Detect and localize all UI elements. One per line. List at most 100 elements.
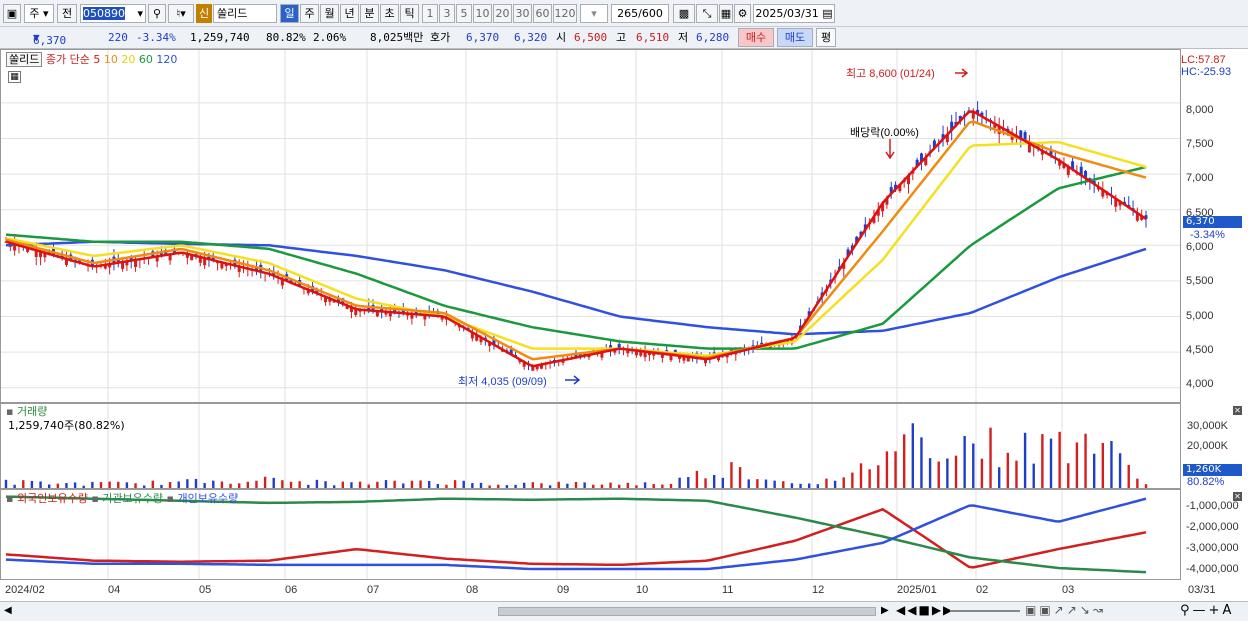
grid-icon[interactable]: ▦ — [719, 4, 733, 23]
interval-1[interactable]: 1 — [422, 4, 438, 23]
xlabel-12: 12 — [812, 584, 825, 596]
xlabel-05: 05 — [199, 584, 212, 596]
new-badge: 신 — [196, 4, 212, 23]
volume-bar — [920, 437, 923, 488]
stock-name-field[interactable]: 쏠리드 — [213, 4, 277, 23]
volume-bar — [117, 481, 120, 488]
jeon-button[interactable]: 전 — [57, 4, 77, 23]
htick-3m: -3,000,000 — [1186, 542, 1239, 554]
interval-20[interactable]: 20 — [493, 4, 512, 23]
volume-bar — [1110, 441, 1113, 488]
tab-tick[interactable]: 틱 — [400, 4, 419, 23]
count-field[interactable]: 265/600 — [611, 4, 669, 23]
legend-ma60[interactable]: 60 — [139, 53, 153, 66]
candle-type-icon[interactable]: ▩ — [673, 4, 695, 23]
date-value: 2025/03/31 — [755, 7, 819, 20]
price-value: 6,370 — [33, 34, 67, 47]
zoom-slider[interactable] — [950, 610, 1020, 612]
volume-bar — [471, 483, 474, 488]
volume-bar — [298, 481, 301, 488]
bottom-scrollbar[interactable]: ◀ ▶ ◀◀■▶▶ ▣▣↗↗↘↝ ⚲—+A — [0, 601, 1248, 621]
interval-3[interactable]: 3 — [439, 4, 455, 23]
rewind-icon[interactable]: ◀◀ — [896, 603, 918, 617]
search-icon[interactable]: ⚲ — [148, 4, 166, 23]
interval-5[interactable]: 5 — [456, 4, 472, 23]
dividend-annotation: 배당락(0.00%) — [850, 127, 919, 139]
legend-institution[interactable]: 기관보유수량 — [102, 492, 163, 505]
legend-ma10[interactable]: 10 — [104, 53, 118, 66]
scroll-thumb[interactable] — [498, 607, 876, 616]
scroll-right-icon[interactable]: ▶ — [881, 605, 889, 616]
period-label: 주 — [29, 7, 40, 20]
sell-button[interactable]: 매도 — [777, 28, 813, 47]
volume-bar — [350, 482, 353, 488]
tab-minute[interactable]: 분 — [360, 4, 379, 23]
minus-icon[interactable]: — — [1193, 603, 1209, 618]
xlabel-04: 04 — [108, 584, 121, 596]
eval-button[interactable]: 평 — [816, 28, 836, 47]
legend-ma20[interactable]: 20 — [121, 53, 135, 66]
interval-60[interactable]: 60 — [533, 4, 552, 23]
stop-icon[interactable]: ■ — [918, 603, 931, 617]
volume-bar — [825, 478, 828, 488]
close-icon[interactable]: ✕ — [1233, 406, 1242, 415]
buy-button[interactable]: 매수 — [738, 28, 774, 47]
volume-bar — [212, 480, 215, 488]
magnifier-icon[interactable]: ⚲ — [1180, 603, 1193, 618]
volume-bar — [402, 483, 405, 488]
interval-input[interactable]: ▾ — [580, 4, 608, 23]
legend-individual[interactable]: 개인보유수량 — [177, 492, 238, 505]
period-select[interactable]: 주 ▾ — [24, 4, 54, 23]
chart-icon[interactable]: ▣ — [3, 4, 21, 23]
legend-ma120[interactable]: 120 — [156, 53, 177, 66]
volume-bar — [635, 485, 638, 488]
volume-bar — [324, 481, 327, 488]
zoom-tools[interactable]: ⚲—+A — [1180, 603, 1234, 618]
volume-bar — [859, 463, 863, 488]
markers — [565, 68, 969, 385]
stock-code-input[interactable]: 050890 ▾ — [80, 4, 146, 23]
font-icon[interactable]: A — [1222, 603, 1234, 618]
volume-bar — [643, 482, 647, 488]
scroll-left-icon[interactable]: ◀ — [4, 605, 12, 616]
interval-120[interactable]: 120 — [553, 4, 577, 23]
volume-bar — [445, 484, 448, 488]
table-icon[interactable]: ▦ — [8, 71, 21, 83]
volume-bar — [963, 435, 966, 488]
holding-legend: ▪ 외국인보유수량 ▪ 기관보유수량 ▪ 개인보유수량 — [6, 492, 238, 505]
interval-10[interactable]: 10 — [473, 4, 492, 23]
sound-icon[interactable]: ♮▾ — [168, 4, 194, 23]
volume-bar — [782, 481, 785, 488]
volume-bar — [108, 481, 111, 488]
volume-bar — [1032, 463, 1035, 488]
current-price: 6,370 ▼ — [33, 31, 67, 47]
volume-bar — [773, 480, 776, 488]
legend-foreign[interactable]: 외국인보유수량 — [17, 492, 88, 505]
interval-30[interactable]: 30 — [513, 4, 532, 23]
volume-bar — [756, 479, 759, 488]
volume-bar — [47, 484, 51, 488]
volume-bar — [790, 483, 794, 488]
volume-bar — [704, 478, 707, 488]
low-price: 6,280 — [696, 31, 730, 44]
hoga-label: 호가 — [430, 31, 451, 44]
xlabel-last: 03/31 — [1188, 584, 1216, 596]
tab-day[interactable]: 일 — [280, 4, 299, 23]
date-input[interactable]: 2025/03/31 ▤ — [753, 4, 835, 23]
volume-bar — [1101, 442, 1105, 488]
plus-icon[interactable]: + — [1209, 603, 1223, 618]
playback-controls[interactable]: ◀◀■▶▶ — [896, 603, 954, 617]
legend-ma5[interactable]: 5 — [93, 53, 100, 66]
tab-week[interactable]: 주 — [300, 4, 319, 23]
tab-second[interactable]: 초 — [380, 4, 399, 23]
tab-year[interactable]: 년 — [340, 4, 359, 23]
settings-icon[interactable]: ⚙ — [734, 4, 751, 23]
drawing-tools[interactable]: ▣▣↗↗↘↝ — [1025, 603, 1106, 617]
high-arrow — [955, 68, 969, 78]
tab-month[interactable]: 월 — [320, 4, 339, 23]
price-chart[interactable] — [0, 49, 1248, 601]
tool-icon[interactable]: ⤡ — [696, 4, 718, 23]
volume-bar — [56, 483, 60, 488]
calendar-icon[interactable]: ▤ — [822, 7, 832, 20]
stock-name-box[interactable]: 쏠리드 — [6, 52, 43, 67]
